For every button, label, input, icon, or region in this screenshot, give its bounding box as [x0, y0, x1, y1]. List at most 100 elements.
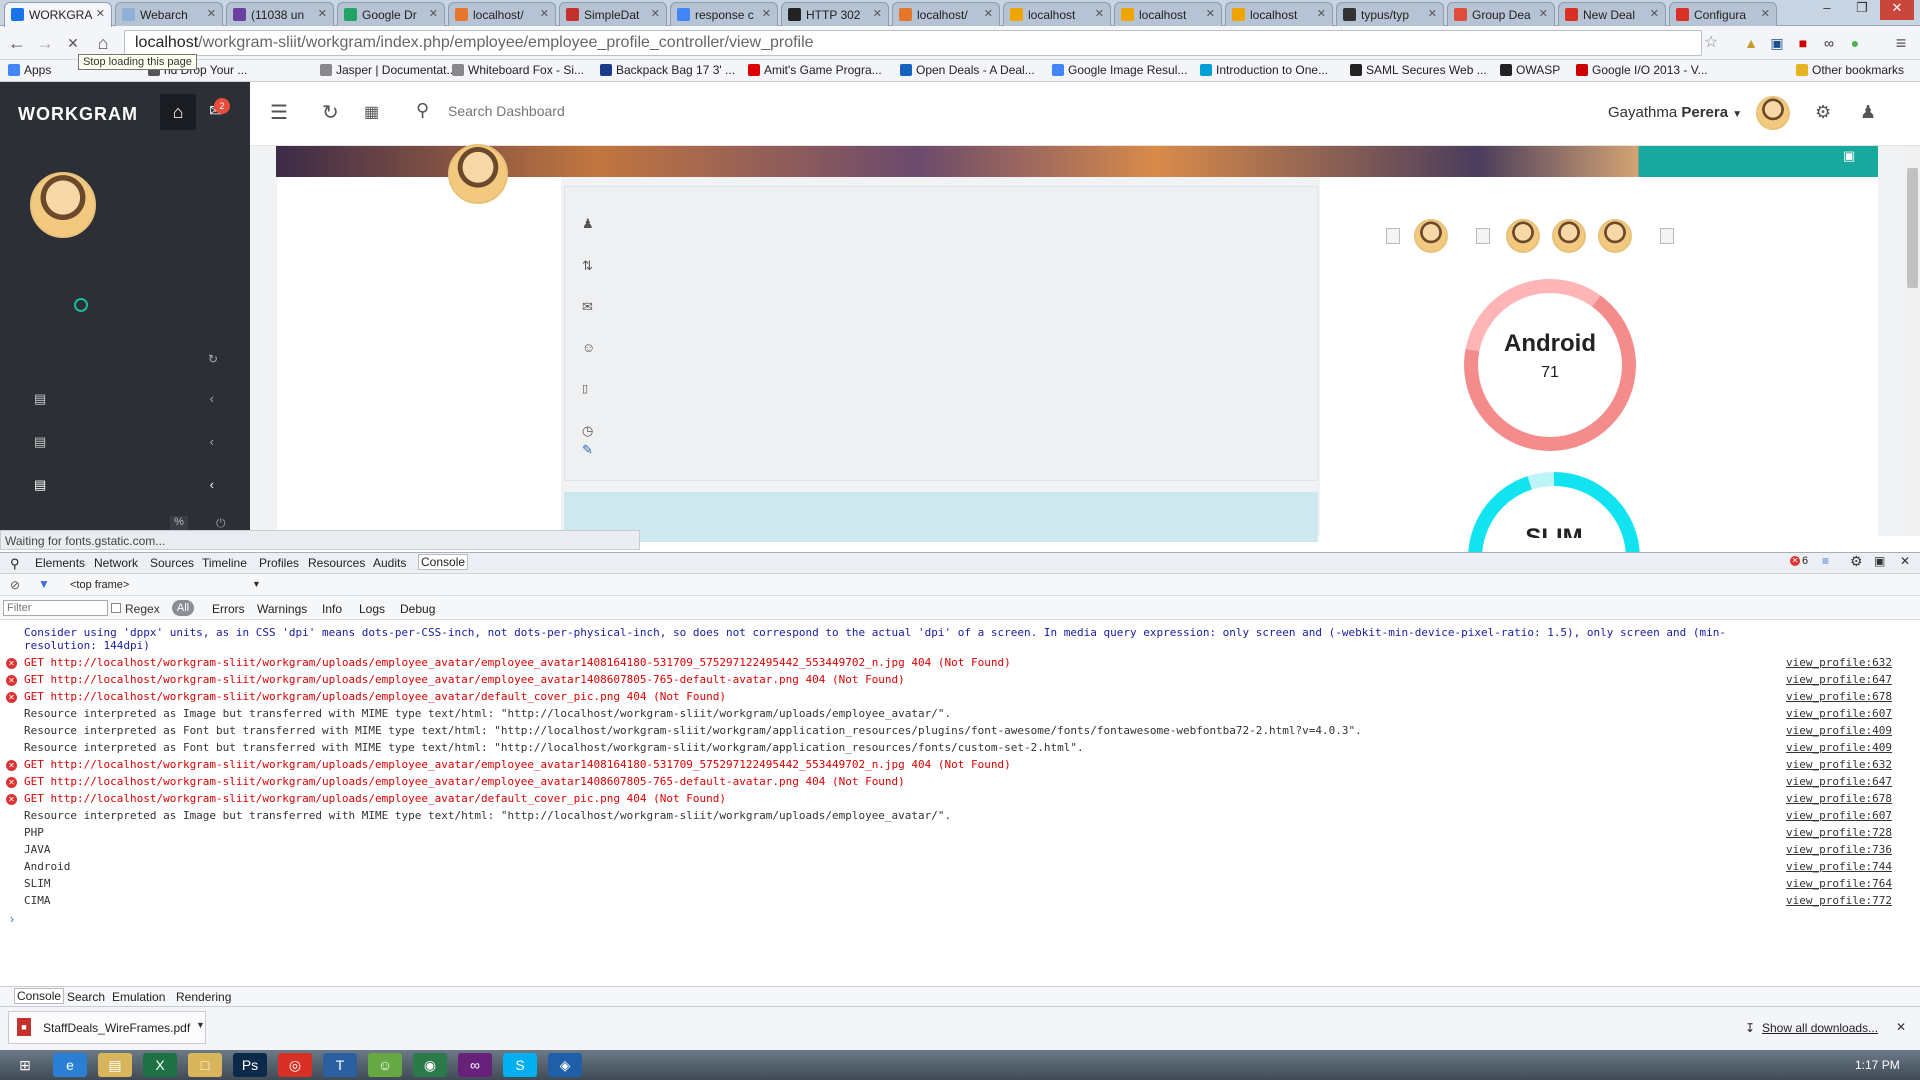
console-source-link[interactable]: view_profile:409 — [1786, 741, 1892, 755]
browser-tab[interactable]: localhost ✕ — [1003, 2, 1111, 26]
show-all-downloads-link[interactable]: Show all downloads... — [1762, 1021, 1878, 1035]
bookmark-item[interactable]: Google Image Resul... — [1052, 63, 1187, 77]
dock-icon[interactable]: ▣ — [1874, 554, 1885, 568]
gear-icon[interactable]: ⚙ — [1815, 102, 1831, 123]
devtools-tab-elements[interactable]: Elements — [35, 556, 85, 570]
console-source-link[interactable]: view_profile:632 — [1786, 758, 1892, 772]
level-filter-all[interactable]: All — [172, 600, 194, 616]
browser-tab[interactable]: typus/typ ✕ — [1336, 2, 1444, 26]
console-source-link[interactable]: view_profile:607 — [1786, 707, 1892, 721]
taskbar-start-button-icon[interactable]: ⊞ — [8, 1053, 42, 1077]
close-downloads-icon[interactable]: ✕ — [1896, 1020, 1906, 1034]
browser-tab[interactable]: localhost ✕ — [1225, 2, 1333, 26]
taskbar-folder-icon[interactable]: □ — [188, 1053, 222, 1077]
refresh-icon[interactable]: ↻ — [322, 100, 339, 125]
level-filter-errors[interactable]: Errors — [212, 602, 245, 616]
level-filter-warnings[interactable]: Warnings — [257, 602, 307, 616]
home-button[interactable]: ⌂ — [160, 94, 196, 130]
taskbar-skype-icon[interactable]: S — [503, 1053, 537, 1077]
friend-avatar[interactable] — [1552, 219, 1586, 253]
devtools-tab-sources[interactable]: Sources — [150, 556, 194, 570]
devtools-tab-network[interactable]: Network — [94, 556, 138, 570]
tab-close-icon[interactable]: ✕ — [1761, 7, 1770, 20]
pdf-extension-icon[interactable]: ■ — [1792, 32, 1814, 54]
console-source-link[interactable]: view_profile:764 — [1786, 877, 1892, 891]
console-source-link[interactable]: view_profile:744 — [1786, 860, 1892, 874]
taskbar-file-explorer-icon[interactable]: ▤ — [98, 1053, 132, 1077]
forward-icon[interactable]: → — [34, 32, 56, 54]
home-icon[interactable]: ⌂ — [92, 32, 114, 54]
tab-close-icon[interactable]: ✕ — [207, 7, 216, 20]
bookmark-item[interactable]: Introduction to One... — [1200, 63, 1328, 77]
menu-toggle-icon[interactable]: ☰ — [270, 100, 288, 125]
browser-tab[interactable]: Webarch ✕ — [115, 2, 223, 26]
location-extension-icon[interactable]: ● — [1844, 32, 1866, 54]
drawer-tab-console[interactable]: Console — [14, 988, 65, 1004]
tab-close-icon[interactable]: ✕ — [1095, 7, 1104, 20]
taskbar-ie-icon[interactable]: e — [53, 1053, 87, 1077]
friend-avatar[interactable] — [1414, 219, 1448, 253]
download-menu-chevron-icon[interactable]: ▼ — [196, 1020, 205, 1030]
chrome-menu-icon[interactable]: ≡ — [1890, 32, 1912, 54]
devtools-tab-profiles[interactable]: Profiles — [259, 556, 299, 570]
bookmark-item[interactable]: Jasper | Documentat... — [320, 63, 457, 77]
sidebar-item-3[interactable]: ▤ ‹ — [34, 477, 234, 493]
sidebar-avatar[interactable] — [30, 172, 96, 238]
console-source-link[interactable]: view_profile:409 — [1786, 724, 1892, 738]
chevron-down-icon[interactable]: ▼ — [1732, 109, 1742, 120]
power-icon[interactable]: ⏻ — [216, 516, 226, 531]
broken-image-icon[interactable] — [1660, 228, 1674, 244]
console-prompt-icon[interactable]: › — [10, 912, 14, 926]
console-source-link[interactable]: view_profile:607 — [1786, 809, 1892, 823]
tab-close-icon[interactable]: ✕ — [318, 7, 327, 20]
clear-console-icon[interactable]: ⊘ — [10, 578, 20, 592]
back-icon[interactable]: ← — [6, 32, 28, 54]
taskbar-virtualbox-icon[interactable]: ◈ — [548, 1053, 582, 1077]
close-window-button[interactable]: ✕ — [1880, 0, 1914, 20]
camera-extension-icon[interactable]: ▣ — [1766, 32, 1788, 54]
tab-close-icon[interactable]: ✕ — [873, 7, 882, 20]
console-source-link[interactable]: view_profile:678 — [1786, 792, 1892, 806]
tab-close-icon[interactable]: ✕ — [984, 7, 993, 20]
console-source-link[interactable]: view_profile:632 — [1786, 656, 1892, 670]
devtools-tab-timeline[interactable]: Timeline — [202, 556, 247, 570]
url-bar[interactable]: localhost/workgram-sliit/workgram/index.… — [124, 30, 1702, 56]
drawer-tab-rendering[interactable]: Rendering — [176, 990, 231, 1004]
tab-close-icon[interactable]: ✕ — [1317, 7, 1326, 20]
browser-tab[interactable]: localhost/ ✕ — [892, 2, 1000, 26]
taskbar-photoshop-icon[interactable]: Ps — [233, 1053, 267, 1077]
frame-selector[interactable]: <top frame> — [70, 579, 129, 591]
browser-tab[interactable]: response c ✕ — [670, 2, 778, 26]
settings-icon[interactable]: ⚙ — [1850, 553, 1863, 570]
inspect-icon[interactable]: ⚲ — [10, 556, 20, 572]
browser-tab[interactable]: HTTP 302 ✕ — [781, 2, 889, 26]
level-filter-debug[interactable]: Debug — [400, 602, 435, 616]
tab-close-icon[interactable]: ✕ — [1428, 7, 1437, 20]
tab-close-icon[interactable]: ✕ — [651, 7, 660, 20]
camera-icon[interactable]: ▣ — [1843, 148, 1855, 164]
tab-close-icon[interactable]: ✕ — [540, 7, 549, 20]
drawer-tab-search[interactable]: Search — [67, 990, 105, 1004]
taskbar-network-icon[interactable]: ◉ — [413, 1053, 447, 1077]
close-devtools-icon[interactable]: ✕ — [1900, 554, 1910, 568]
tab-close-icon[interactable]: ✕ — [1539, 7, 1548, 20]
search-input[interactable] — [448, 103, 748, 119]
browser-tab[interactable]: (11038 un ✕ — [226, 2, 334, 26]
page-scrollbar-thumb[interactable] — [1907, 168, 1918, 288]
grid-icon[interactable]: ▦ — [364, 102, 379, 122]
tab-close-icon[interactable]: ✕ — [1650, 7, 1659, 20]
sidebar-item-1[interactable]: ▤ ‹ — [34, 391, 234, 407]
tab-close-icon[interactable]: ✕ — [762, 7, 771, 20]
browser-tab[interactable]: Google Dr ✕ — [337, 2, 445, 26]
download-item[interactable]: ■ StaffDeals_WireFrames.pdf — [8, 1011, 206, 1044]
console-source-link[interactable]: view_profile:772 — [1786, 894, 1892, 908]
regex-checkbox[interactable] — [111, 603, 121, 613]
console-source-link[interactable]: view_profile:728 — [1786, 826, 1892, 840]
console-source-link[interactable]: view_profile:678 — [1786, 690, 1892, 704]
broken-image-icon[interactable] — [1476, 228, 1490, 244]
console-source-link[interactable]: view_profile:736 — [1786, 843, 1892, 857]
bookmark-item[interactable]: Apps — [8, 63, 51, 77]
taskbar-people-icon[interactable]: ☺ — [368, 1053, 402, 1077]
sidebar-item-2[interactable]: ▤ ‹ — [34, 434, 234, 450]
users-icon[interactable]: ♟ — [1860, 102, 1876, 123]
